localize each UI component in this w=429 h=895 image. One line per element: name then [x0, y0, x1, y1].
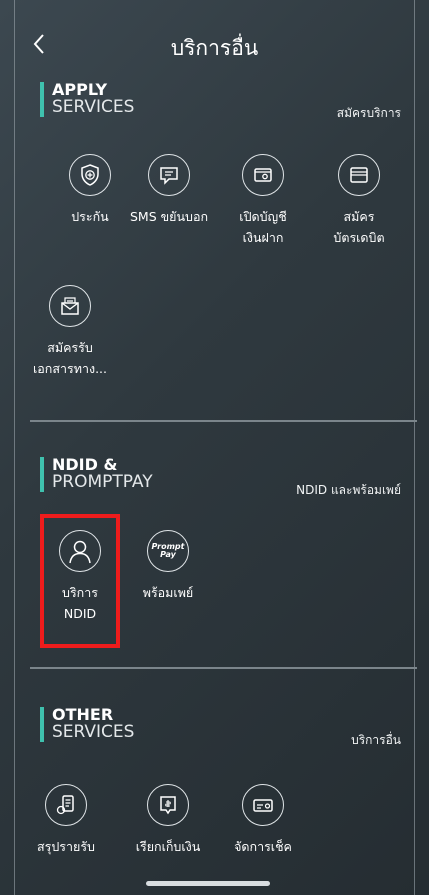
section-title-line2: SERVICES	[52, 721, 135, 742]
chat-bubble-icon	[148, 154, 190, 196]
label-line1: เปิดบัญชี	[239, 209, 287, 224]
sms-alert-label: SMS ขยันบอก	[129, 209, 209, 224]
shield-plus-icon	[69, 154, 111, 196]
open-deposit-account-label: เปิดบัญชี เงินฝาก	[215, 206, 311, 248]
label-line1: สมัครรับ	[47, 340, 93, 355]
section-other-services-title: OTHER SERVICES	[40, 706, 135, 742]
other-services-link[interactable]: บริการอื่น	[351, 731, 401, 750]
open-deposit-account-tile[interactable]: เปิดบัญชี เงินฝาก	[215, 154, 311, 248]
sms-alert-tile[interactable]: SMS ขยันบอก	[121, 154, 217, 227]
income-summary-tile[interactable]: สรุปรายรับ	[18, 784, 114, 857]
label-line2: เอกสารทาง...	[33, 361, 107, 376]
section-divider	[30, 420, 417, 422]
label-line2: บัตรเดบิต	[333, 230, 385, 245]
ndid-promptpay-link[interactable]: NDID และพร้อมเพย์	[296, 481, 401, 500]
label-line1: สมัคร	[343, 209, 375, 224]
promptpay-tile[interactable]: Prompt Pay พร้อมเพย์	[120, 530, 216, 603]
promptpay-icon: Prompt Pay	[147, 530, 189, 572]
e-document-label: สมัครรับ เอกสารทาง...	[22, 337, 118, 379]
frame-right-edge	[414, 0, 415, 895]
mail-icon	[49, 285, 91, 327]
apply-debit-card-tile[interactable]: สมัคร บัตรเดบิต	[311, 154, 407, 248]
promptpay-icon-text-2: Pay	[160, 550, 176, 559]
header-bar: บริการอื่น	[0, 22, 429, 70]
manage-cheque-tile[interactable]: จัดการเช็ค	[215, 784, 311, 857]
manage-cheque-label: จัดการเช็ค	[234, 839, 292, 854]
section-title-line2: SERVICES	[52, 96, 135, 117]
e-document-tile[interactable]: สมัครรับ เอกสารทาง...	[22, 285, 118, 379]
promptpay-label: พร้อมเพย์	[142, 585, 194, 600]
section-divider	[30, 667, 417, 669]
phone-statement-icon	[45, 784, 87, 826]
card-icon	[338, 154, 380, 196]
request-payment-label: เรียกเก็บเงิน	[135, 839, 201, 854]
apply-debit-card-label: สมัคร บัตรเดบิต	[311, 206, 407, 248]
page-title: บริการอื่น	[170, 36, 259, 60]
ndid-highlight-box	[40, 514, 120, 648]
label-line2: เงินฝาก	[242, 230, 284, 245]
other-services-screen: บริการอื่น APPLY SERVICES สมัครบริการ ปร…	[0, 0, 429, 895]
section-title-line2: PROMPTPAY	[52, 471, 153, 492]
cheque-icon	[242, 784, 284, 826]
home-indicator[interactable]	[146, 881, 270, 886]
section-apply-services-title: APPLY SERVICES	[40, 81, 135, 117]
bill-request-icon	[147, 784, 189, 826]
deposit-account-icon	[242, 154, 284, 196]
request-payment-tile[interactable]: เรียกเก็บเงิน	[120, 784, 216, 857]
income-summary-label: สรุปรายรับ	[37, 839, 95, 854]
frame-left-edge	[14, 0, 15, 895]
section-ndid-promptpay-title: NDID & PROMPTPAY	[40, 456, 153, 492]
apply-services-link[interactable]: สมัครบริการ	[337, 104, 401, 123]
